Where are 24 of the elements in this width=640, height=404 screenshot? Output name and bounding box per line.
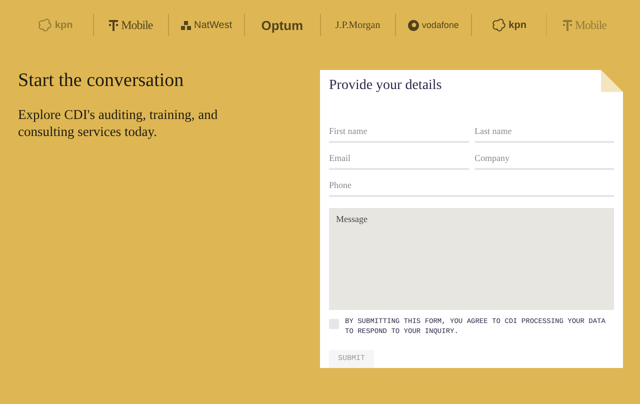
brand-logo: Mobile: [574, 18, 607, 32]
brand-logo: Optum: [261, 18, 304, 32]
input-field[interactable]: Email: [329, 149, 468, 170]
section-heading: Start the conversation: [18, 70, 185, 92]
brand-logo: kpn: [54, 20, 73, 30]
brand-logo: kpn: [508, 20, 526, 30]
consent-checkbox[interactable]: [329, 319, 339, 329]
flower-icon: [492, 18, 506, 32]
input-field[interactable]: Last name: [474, 122, 614, 143]
tee-icon: [109, 20, 118, 30]
brand-logo: vodafone: [422, 20, 459, 30]
tee-icon: [562, 20, 572, 30]
cubes-icon: [180, 20, 191, 30]
brand-logo: NatWest: [194, 20, 232, 30]
flower-icon: [38, 18, 52, 32]
intro-text: Explore CDI's auditing, training, and consulting services today.: [18, 106, 219, 140]
form-title: Provide your details: [329, 78, 443, 94]
input-field[interactable]: First name: [329, 122, 468, 143]
brand-logo: Mobile: [121, 18, 153, 32]
message-field[interactable]: Message: [329, 208, 614, 310]
input-field[interactable]: Phone: [329, 176, 614, 197]
folded-corner-icon: [601, 70, 623, 92]
brand-logo: J.P.Morgan: [335, 20, 380, 30]
input-field[interactable]: Company: [474, 149, 614, 170]
